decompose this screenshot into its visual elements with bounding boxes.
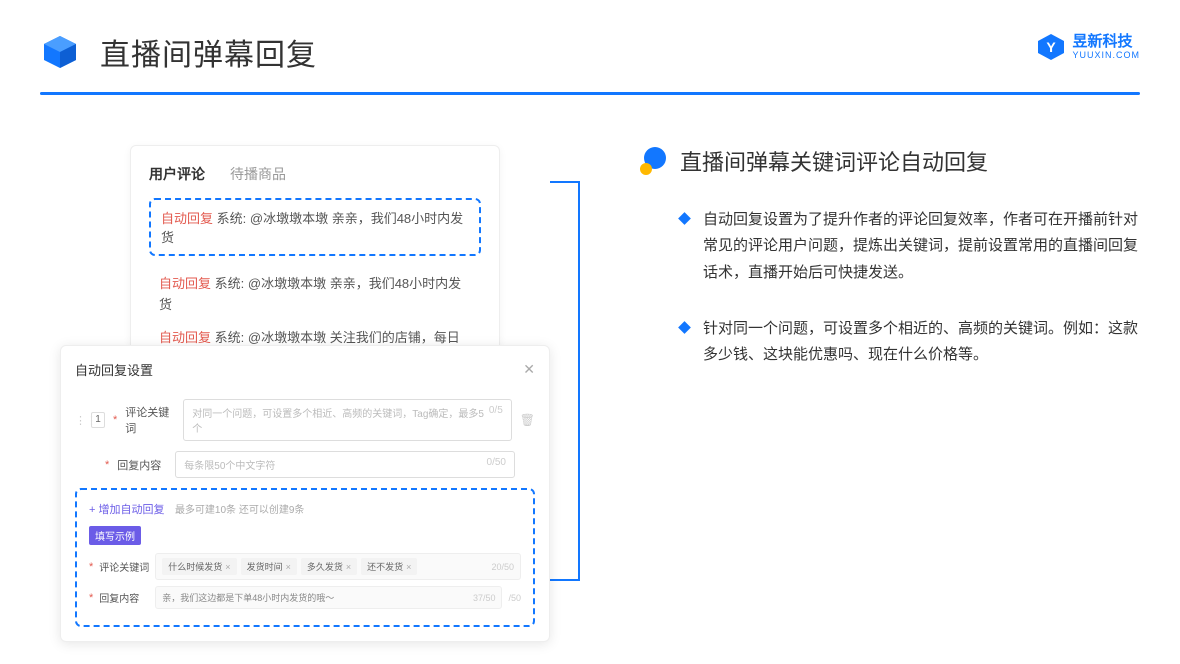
example-keyword-box: 什么时候发货× 发货时间× 多久发货× 还不发货× 20/50 [155, 553, 521, 580]
example-badge: 填写示例 [89, 526, 141, 545]
required-star: * [105, 459, 109, 471]
page-title: 直播间弹幕回复 [100, 30, 317, 74]
add-hint: 最多可建10条 还可以创建9条 [175, 505, 304, 516]
add-auto-reply-link[interactable]: + 增加自动回复 [89, 504, 164, 516]
delete-icon[interactable]: 🗑 [520, 413, 535, 427]
connector-line [550, 381, 580, 581]
drag-handle-icon[interactable]: ⋮⋮ [75, 414, 83, 427]
brand-name-en: YUUXIN.COM [1072, 51, 1140, 60]
tab-user-comments[interactable]: 用户评论 [149, 164, 205, 184]
brand-logo: Y 昱新科技 YUUXIN.COM [1036, 32, 1140, 62]
diamond-icon [678, 321, 691, 334]
cube-icon [40, 32, 80, 72]
connector-line [550, 181, 580, 381]
keyword-tag: 多久发货× [301, 558, 357, 575]
keyword-tag: 发货时间× [241, 558, 297, 575]
reply-content-input[interactable]: 每条限50个中文字符 0/50 [175, 451, 515, 478]
bullet-point: 针对同一个问题，可设置多个相近的、高频的关键词。例如：这款多少钱、这块能优惠吗、… [640, 316, 1140, 369]
highlighted-reply: 自动回复 系统: @冰墩墩本墩 亲亲，我们48小时内发货 [149, 198, 481, 256]
bullet-point: 自动回复设置为了提升作者的评论回复效率，作者可在开播前针对常见的评论用户问题，提… [640, 207, 1140, 286]
keyword-input[interactable]: 对同一个问题，可设置多个相近、高频的关键词，Tag确定，最多5个 0/5 [183, 399, 511, 441]
reply-content-label: 回复内容 [117, 457, 167, 473]
keyword-tag: 还不发货× [361, 558, 417, 575]
modal-title: 自动回复设置 [75, 360, 153, 379]
auto-reply-settings-modal: 自动回复设置 ✕ ⋮⋮ 1 * 评论关键词 对同一个问题，可设置多个相近、高频的… [60, 345, 550, 642]
auto-reply-label: 自动回复 [161, 211, 213, 226]
close-icon[interactable]: ✕ [523, 361, 535, 378]
row-number: 1 [91, 412, 105, 428]
section-title: 直播间弹幕关键词评论自动回复 [680, 145, 988, 177]
example-section: + 增加自动回复 最多可建10条 还可以创建9条 填写示例 * 评论关键词 什么… [75, 488, 535, 627]
diamond-icon [678, 212, 691, 225]
chat-bubble-icon [640, 147, 668, 175]
example-reply-label: 回复内容 [99, 590, 149, 605]
tab-pending-products[interactable]: 待播商品 [230, 164, 286, 184]
example-keyword-label: 评论关键词 [99, 559, 149, 574]
keyword-tag: 什么时候发货× [162, 558, 236, 575]
keyword-label: 评论关键词 [125, 404, 175, 436]
comment-line: 自动回复 系统: @冰墩墩本墩 亲亲，我们48小时内发货 [149, 268, 481, 322]
required-star: * [113, 414, 117, 426]
example-reply-box: 亲，我们这边都是下单48小时内发货的哦～ 37/50 [155, 586, 502, 609]
brand-name-cn: 昱新科技 [1072, 34, 1140, 49]
svg-text:Y: Y [1047, 39, 1057, 55]
